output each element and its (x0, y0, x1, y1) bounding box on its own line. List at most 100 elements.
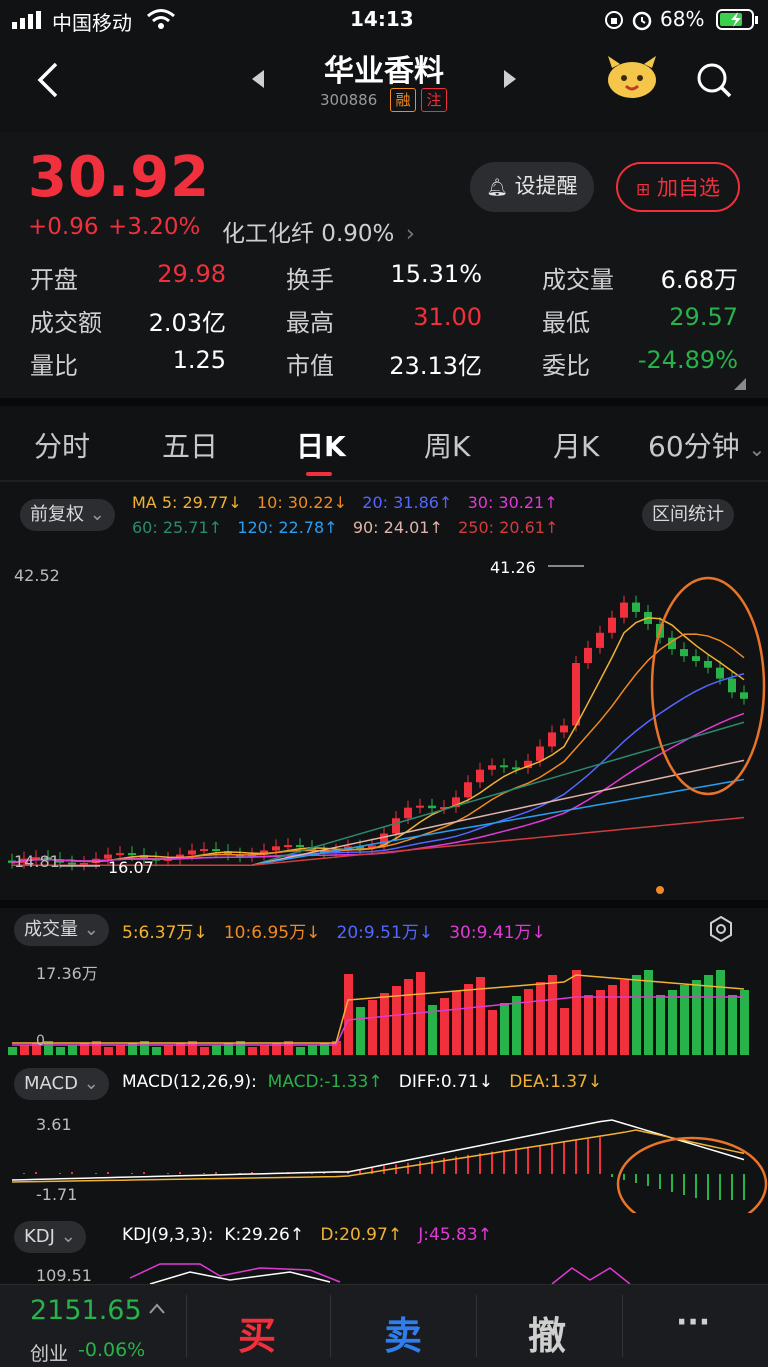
stat-value: 2.03亿 (148, 309, 226, 337)
stat-label: 委比 (542, 352, 590, 380)
candle-body (128, 853, 136, 856)
stat-label: 成交量 (542, 266, 614, 294)
stat-label: 开盘 (30, 266, 78, 294)
macd-select[interactable]: MACD ⌄ (14, 1068, 109, 1100)
volume-bar (740, 990, 749, 1055)
vol-ma20: 20:9.51万↓ (336, 923, 434, 943)
tab-daily-k[interactable]: 日K (296, 425, 346, 465)
tab-60min[interactable]: 60分钟 ⌄ (648, 425, 765, 465)
stat-label: 成交额 (30, 309, 102, 337)
volume-bar (308, 1045, 317, 1055)
ma-line (11, 712, 745, 864)
kline-axis-low: 14.81 (14, 852, 60, 871)
expand-corner-icon[interactable] (734, 378, 746, 390)
tab-weekly-k[interactable]: 周K (424, 425, 470, 465)
stat-value: 1.25 (172, 346, 226, 374)
active-tab-indicator (306, 472, 332, 476)
attention-tag: 注 (421, 88, 447, 112)
volume-bar (644, 970, 653, 1055)
macd-value: MACD:-1.33↑ (267, 1072, 383, 1092)
stat-value: 29.57 (669, 303, 738, 331)
volume-bar (452, 991, 461, 1055)
k-line (149, 1271, 331, 1284)
sector-text: 化工化纤 0.90% (222, 221, 395, 247)
next-stock-icon[interactable] (502, 68, 518, 90)
k-value: K:29.26↑ (224, 1225, 305, 1245)
ma-line (11, 617, 745, 864)
volume-bar (296, 1047, 305, 1055)
volume-select[interactable]: 成交量 ⌄ (14, 914, 109, 946)
stat-label: 量比 (30, 352, 78, 380)
volume-bar (500, 1003, 509, 1055)
add-watchlist-label: 加自选 (656, 176, 720, 200)
candle-body (728, 678, 736, 693)
mascot-icon[interactable] (604, 54, 660, 100)
stock-header: 华业香料 300886 融 注 (0, 40, 768, 132)
kdj-select[interactable]: KDJ ⌄ (14, 1221, 86, 1253)
ma90-text: 90: 24.01↑ (352, 518, 443, 537)
candle-body (416, 805, 424, 808)
sector-link[interactable]: 化工化纤 0.90% › (222, 214, 415, 248)
candle-body (188, 850, 196, 855)
cancel-order-button[interactable]: 撤 (528, 1305, 566, 1360)
adjust-select[interactable]: 前复权 ⌄ (20, 499, 115, 531)
volume-bar (512, 996, 521, 1055)
volume-bar (248, 1047, 257, 1055)
chevron-down-icon: ⌄ (89, 504, 105, 525)
stat-label: 换手 (286, 266, 334, 294)
candle-body (284, 845, 292, 848)
volume-bar (380, 993, 389, 1055)
divider (476, 1295, 477, 1357)
volume-bar (548, 975, 557, 1055)
add-watchlist-button[interactable]: ⊞ 加自选 (616, 162, 740, 212)
ma-long-line (12, 759, 745, 866)
volume-bar (668, 990, 677, 1055)
wifi-icon (147, 9, 175, 29)
candle-body (584, 647, 592, 664)
volume-bar (20, 1045, 29, 1055)
volume-bar (152, 1047, 161, 1055)
set-alert-button[interactable]: 🔔︎ 设提醒 (470, 162, 594, 212)
volume-axis-low: 0 (36, 1033, 45, 1049)
kdj-chart (129, 1263, 631, 1284)
candle-body (620, 602, 628, 618)
chevron-down-icon: ⌄ (60, 1226, 76, 1247)
tab-intraday[interactable]: 分时 (34, 425, 90, 465)
kline-chart[interactable] (0, 550, 768, 900)
candle-body (500, 765, 508, 768)
volume-bar (584, 995, 593, 1055)
vol-ma30: 30:9.41万↓ (449, 923, 546, 943)
divider (622, 1295, 623, 1357)
volume-bar (716, 970, 725, 1055)
last-price: 30.92 (28, 145, 211, 210)
chevron-up-icon[interactable] (148, 1301, 166, 1315)
volume-bar (104, 1047, 113, 1055)
stat-value: 15.31% (390, 260, 482, 288)
vol-ma10: 10:6.95万↓ (223, 923, 321, 943)
ma250-text: 250: 20.61↑ (458, 518, 559, 537)
divider (330, 1295, 331, 1357)
settings-icon[interactable] (707, 915, 735, 943)
tab-monthly-k[interactable]: 月K (553, 425, 599, 465)
buy-button[interactable]: 买 (238, 1305, 276, 1360)
sell-button[interactable]: 卖 (384, 1305, 422, 1360)
volume-bar (620, 980, 629, 1055)
ma60-text: 60: 25.71↑ (132, 518, 223, 537)
stat-label: 最高 (286, 309, 334, 337)
kdj-params: KDJ(9,3,3): (122, 1225, 214, 1245)
more-button[interactable]: ··· (676, 1305, 710, 1340)
kline-axis-high: 42.52 (14, 566, 60, 585)
volume-bar (68, 1045, 77, 1055)
volume-bar (728, 995, 737, 1055)
macd-axis-low: -1.71 (36, 1185, 78, 1204)
range-stat-button[interactable]: 区间统计 (642, 499, 734, 531)
volume-bar (212, 1045, 221, 1055)
kdj-axis-high: 109.51 (36, 1266, 92, 1285)
candle-body (296, 845, 304, 848)
index-value[interactable]: 2151.65 (30, 1295, 142, 1326)
search-icon[interactable] (694, 60, 734, 100)
tab-five-day[interactable]: 五日 (162, 425, 218, 465)
volume-bar (56, 1047, 65, 1055)
macd-params: MACD(12,26,9): (122, 1072, 257, 1092)
stat-value: 31.00 (413, 303, 482, 331)
